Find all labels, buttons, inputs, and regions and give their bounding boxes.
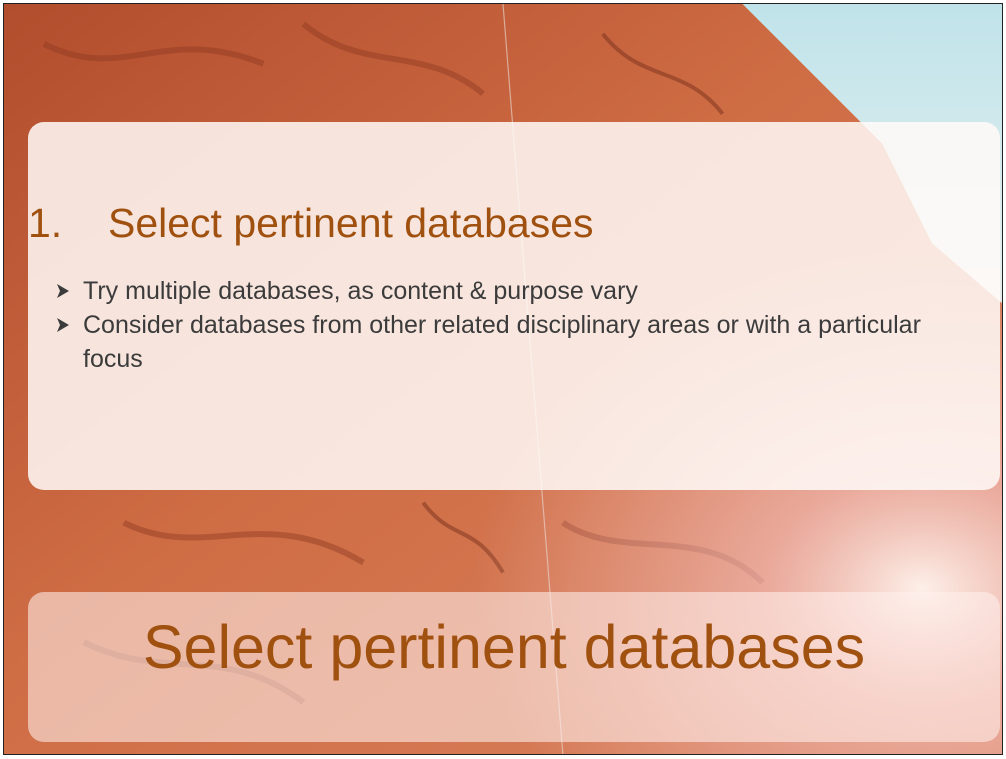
bullet-item: Consider databases from other related di… — [56, 308, 976, 376]
bullet-item: Try multiple databases, as content & pur… — [56, 274, 976, 308]
slide-heading: 1. Select pertinent databases — [28, 200, 594, 247]
arrow-bullet-icon — [57, 318, 69, 332]
heading-number: 1. — [28, 200, 63, 246]
slide: 1. Select pertinent databases Try multipl… — [3, 3, 1003, 755]
slide-caption: Select pertinent databases — [142, 613, 866, 681]
bullet-list: Try multiple databases, as content & pur… — [56, 274, 976, 376]
heading-text: Select pertinent databases — [108, 200, 594, 246]
bullet-text: Consider databases from other related di… — [83, 311, 921, 373]
bullet-text: Try multiple databases, as content & pur… — [83, 277, 638, 305]
arrow-bullet-icon — [57, 284, 69, 298]
